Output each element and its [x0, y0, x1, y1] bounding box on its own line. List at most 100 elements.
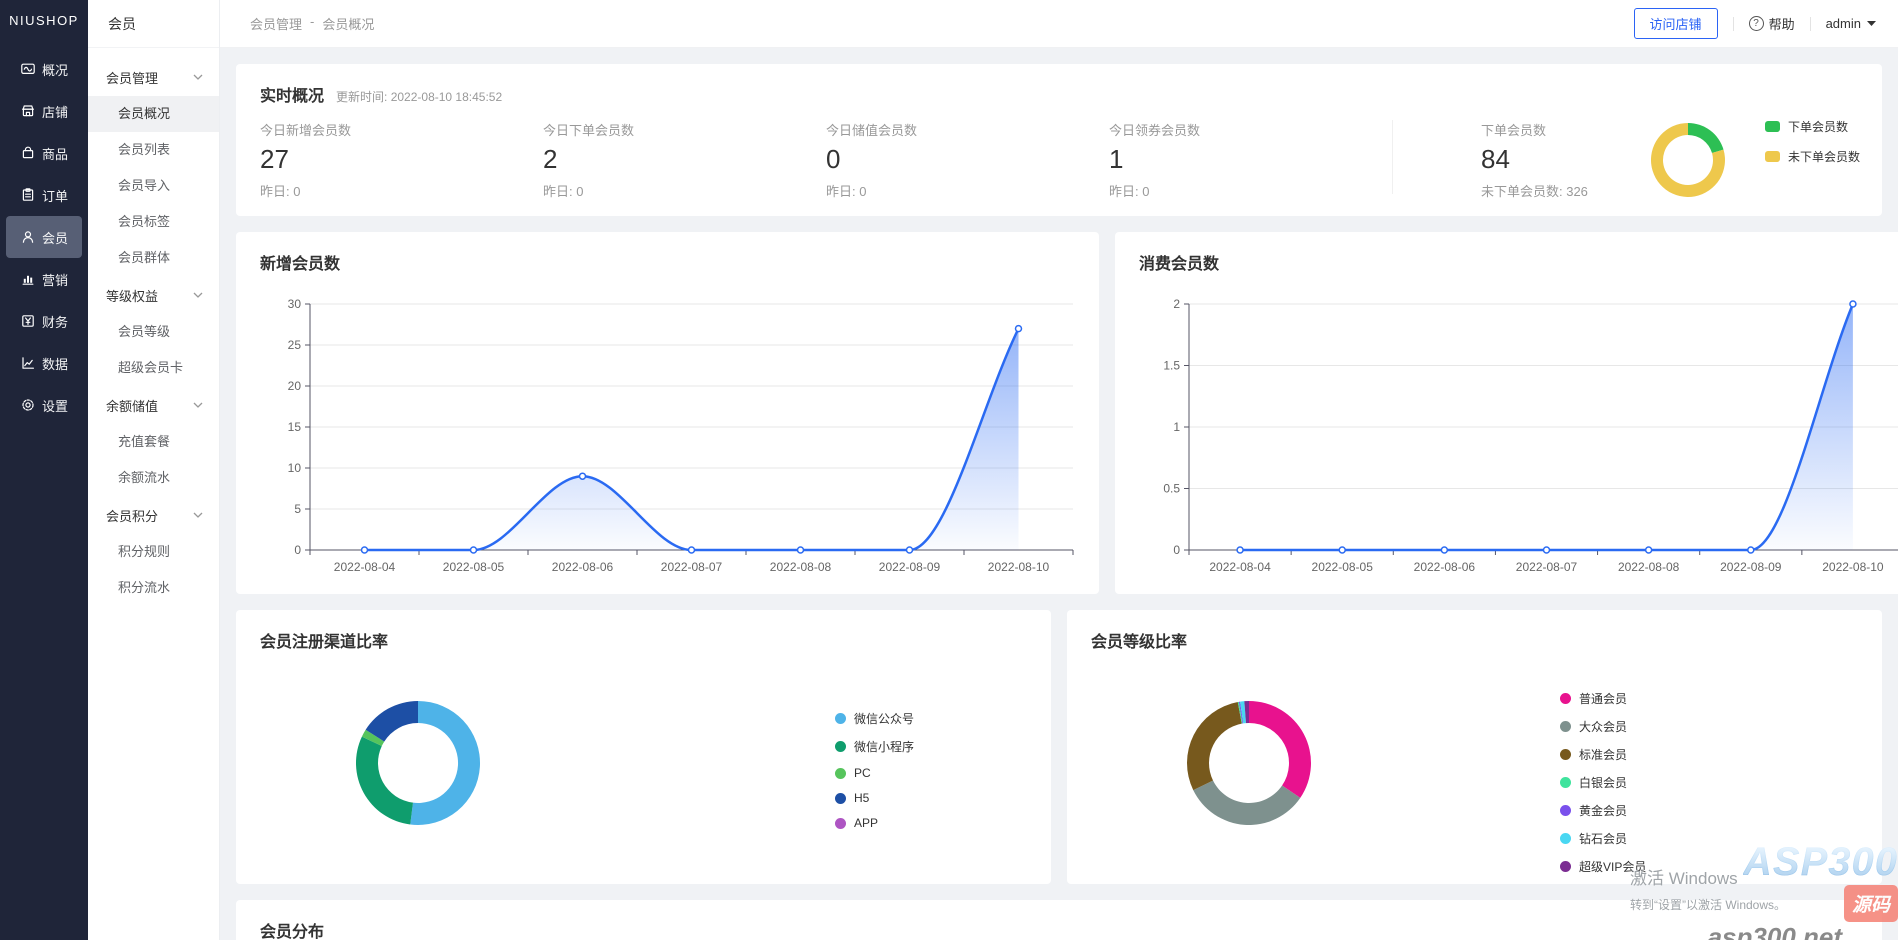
sidebar-item-label: 营销 [42, 270, 68, 289]
svg-text:20: 20 [288, 379, 302, 393]
stat-sub: 昨日: 0 [543, 181, 826, 200]
sidebar-item-订单[interactable]: 订单 [6, 174, 82, 216]
new-members-chart-panel: 新增会员数 0510152025302022-08-042022-08-0520… [236, 232, 1099, 594]
header-divider [1810, 17, 1811, 31]
legend-item-普通会员[interactable]: 普通会员 [1560, 690, 1646, 707]
legend-swatch [1765, 151, 1780, 162]
user-name: admin [1826, 16, 1861, 31]
sidebar-item-充值套餐[interactable]: 充值套餐 [88, 424, 219, 460]
svg-text:2022-08-09: 2022-08-09 [879, 560, 941, 574]
legend-label: 下单会员数 [1788, 118, 1848, 135]
nav-group-余额储值[interactable]: 余额储值 [88, 386, 219, 424]
legend-item-钻石会员[interactable]: 钻石会员 [1560, 830, 1646, 847]
asp300-watermark: ASP300源码 asp300.net [1694, 840, 1898, 940]
sidebar-item-商品[interactable]: 商品 [6, 132, 82, 174]
legend-item-下单会员数[interactable]: 下单会员数 [1765, 118, 1860, 135]
stat-value: 1 [1109, 144, 1392, 174]
sidebar-item-超级会员卡[interactable]: 超级会员卡 [88, 350, 219, 386]
legend-label: PC [854, 766, 871, 780]
sidebar-item-财务[interactable]: 财务 [6, 300, 82, 342]
svg-text:2022-08-08: 2022-08-08 [770, 560, 832, 574]
help-button[interactable]: ? 帮助 [1749, 14, 1795, 33]
data-icon [20, 355, 36, 371]
legend-item-微信公众号[interactable]: 微信公众号 [835, 710, 914, 727]
legend-label: APP [854, 816, 878, 830]
nav-group-会员管理[interactable]: 会员管理 [88, 58, 219, 96]
svg-text:2022-08-09: 2022-08-09 [1720, 560, 1782, 574]
sidebar-item-会员等级[interactable]: 会员等级 [88, 314, 219, 350]
breadcrumb: 会员管理 - 会员概况 [250, 14, 374, 33]
marketing-icon [20, 271, 36, 287]
sidebar-item-概况[interactable]: 概况 [6, 48, 82, 90]
legend-item-黄金会员[interactable]: 黄金会员 [1560, 802, 1646, 819]
order-ratio-legend: 下单会员数未下单会员数 [1765, 118, 1860, 178]
sidebar-item-积分流水[interactable]: 积分流水 [88, 570, 219, 606]
visit-shop-button[interactable]: 访问店铺 [1634, 8, 1718, 39]
legend-item-未下单会员数[interactable]: 未下单会员数 [1765, 148, 1860, 165]
legend-swatch [1560, 805, 1571, 816]
new-members-line-chart: 0510152025302022-08-042022-08-052022-08-… [236, 274, 1099, 599]
legend-item-微信小程序[interactable]: 微信小程序 [835, 738, 914, 755]
sidebar-item-label: 店铺 [42, 102, 68, 121]
sidebar-item-label: 数据 [42, 354, 68, 373]
stat-今日领券会员数: 今日领券会员数1昨日: 0 [1109, 120, 1392, 200]
nav-group-等级权益[interactable]: 等级权益 [88, 276, 219, 314]
donut-charts-row: 会员注册渠道比率 微信公众号微信小程序PCH5APP 会员等级比率 普通会员大众… [236, 610, 1882, 884]
svg-text:0: 0 [294, 543, 301, 557]
legend-item-白银会员[interactable]: 白银会员 [1560, 774, 1646, 791]
svg-text:1: 1 [1173, 420, 1180, 434]
sidebar-item-label: 财务 [42, 312, 68, 331]
sidebar-item-营销[interactable]: 营销 [6, 258, 82, 300]
sidebar-item-会员概况[interactable]: 会员概况 [88, 96, 219, 132]
sidebar-item-余额流水[interactable]: 余额流水 [88, 460, 219, 496]
legend-label: 钻石会员 [1579, 830, 1627, 847]
sidebar-item-会员导入[interactable]: 会员导入 [88, 168, 219, 204]
legend-item-大众会员[interactable]: 大众会员 [1560, 718, 1646, 735]
svg-text:1.5: 1.5 [1163, 359, 1180, 373]
stat-下单会员数: 下单会员数84未下单会员数: 326 [1481, 120, 1631, 200]
nav-group-会员积分[interactable]: 会员积分 [88, 496, 219, 534]
stat-今日新增会员数: 今日新增会员数27昨日: 0 [260, 120, 543, 200]
realtime-overview-panel: 实时概况 更新时间: 2022-08-10 18:45:52 今日新增会员数27… [236, 64, 1882, 216]
sidebar-item-店铺[interactable]: 店铺 [6, 90, 82, 132]
legend-swatch [835, 818, 846, 829]
sidebar-item-设置[interactable]: 设置 [6, 384, 82, 426]
chevron-down-icon [193, 512, 203, 518]
stat-value: 0 [826, 144, 1109, 174]
stats-divider [1392, 120, 1393, 194]
legend-item-PC[interactable]: PC [835, 766, 914, 780]
legend-item-APP[interactable]: APP [835, 816, 914, 830]
stat-label: 今日下单会员数 [543, 120, 826, 139]
breadcrumb-current[interactable]: 会员概况 [322, 14, 374, 33]
sidebar-item-数据[interactable]: 数据 [6, 342, 82, 384]
main-content: 实时概况 更新时间: 2022-08-10 18:45:52 今日新增会员数27… [220, 48, 1898, 940]
stat-今日储值会员数: 今日储值会员数0昨日: 0 [826, 120, 1109, 200]
sidebar-item-会员[interactable]: 会员 [6, 216, 82, 258]
user-menu[interactable]: admin [1826, 16, 1876, 31]
legend-label: 大众会员 [1579, 718, 1627, 735]
legend-item-标准会员[interactable]: 标准会员 [1560, 746, 1646, 763]
legend-swatch [1560, 861, 1571, 872]
stat-label: 今日新增会员数 [260, 120, 543, 139]
sidebar-item-会员标签[interactable]: 会员标签 [88, 204, 219, 240]
svg-text:2022-08-08: 2022-08-08 [1618, 560, 1680, 574]
breadcrumb-parent[interactable]: 会员管理 [250, 14, 302, 33]
help-label: 帮助 [1769, 14, 1795, 33]
sidebar-item-会员群体[interactable]: 会员群体 [88, 240, 219, 276]
register-channel-donut-chart [338, 683, 498, 843]
nav-group-label: 会员积分 [106, 506, 158, 525]
breadcrumb-separator: - [310, 14, 314, 33]
sidebar-item-积分规则[interactable]: 积分规则 [88, 534, 219, 570]
legend-swatch [835, 713, 846, 724]
legend-item-H5[interactable]: H5 [835, 791, 914, 805]
nav-group-label: 等级权益 [106, 286, 158, 305]
svg-text:2022-08-06: 2022-08-06 [552, 560, 614, 574]
svg-text:2022-08-07: 2022-08-07 [1516, 560, 1578, 574]
sidebar-item-会员列表[interactable]: 会员列表 [88, 132, 219, 168]
chart-title: 消费会员数 [1115, 232, 1898, 274]
chart-title: 会员等级比率 [1067, 610, 1882, 652]
legend-swatch [1560, 693, 1571, 704]
consuming-members-line-chart: 00.511.522022-08-042022-08-052022-08-062… [1115, 274, 1898, 599]
legend-label: 普通会员 [1579, 690, 1627, 707]
legend-swatch [1560, 749, 1571, 760]
